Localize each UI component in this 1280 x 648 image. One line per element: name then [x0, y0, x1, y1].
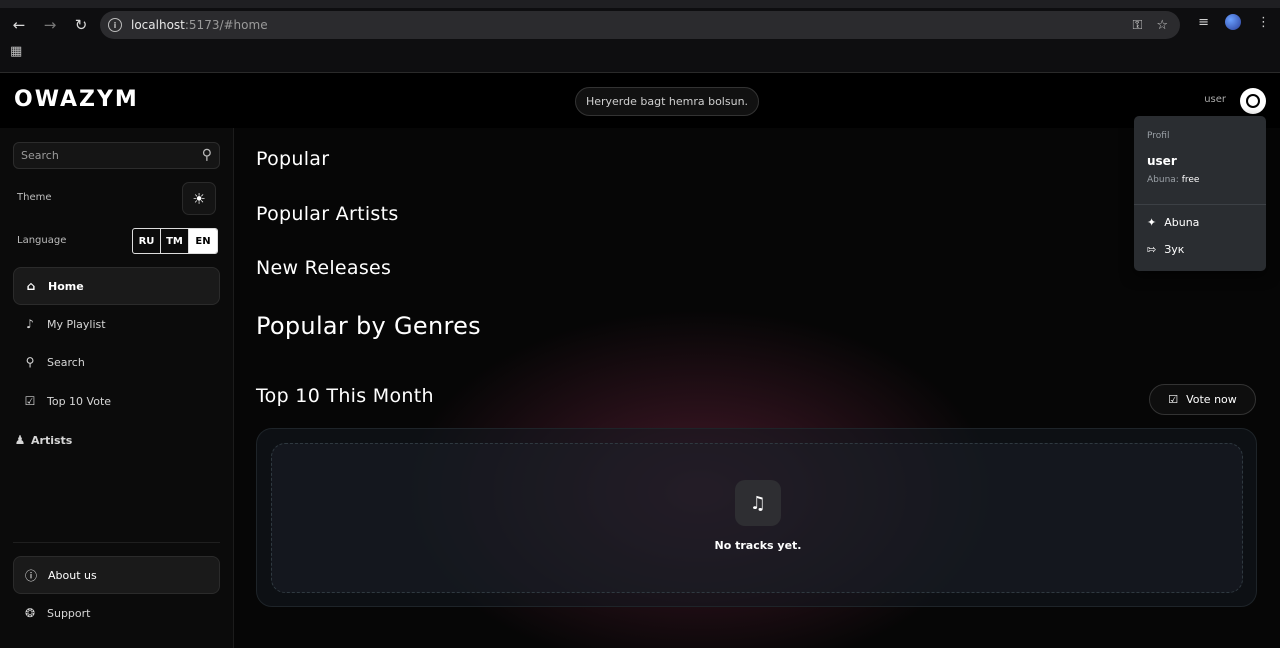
lang-en-button[interactable]: EN	[189, 229, 217, 253]
search-placeholder: Search	[21, 149, 59, 162]
plan-label: Abuna:	[1147, 175, 1179, 185]
section-genres-title: Popular by Genres	[256, 312, 481, 340]
section-popular-artists-title: Popular Artists	[256, 203, 399, 225]
app-root: OWAZYM Heryerde bagt hemra bolsun. user …	[0, 72, 1280, 648]
home-icon: ⌂	[26, 279, 36, 293]
sidebar-item-support[interactable]: ❂ Support	[13, 594, 220, 632]
sidebar-item-label: Home	[48, 279, 84, 293]
sidebar-item-label: Support	[47, 606, 91, 620]
sidebar-search-input[interactable]: Search ⚲	[13, 142, 220, 169]
empty-state: ♫ No tracks yet.	[271, 443, 1243, 593]
users-icon: ♟	[14, 433, 26, 447]
checkbox-icon: ☑	[24, 394, 36, 408]
url-host: localhost	[131, 18, 185, 32]
slogan-pill: Heryerde bagt hemra bolsun.	[575, 87, 759, 116]
vote-now-label: Vote now	[1186, 393, 1237, 406]
media-controls-icon[interactable]: ≡	[1198, 15, 1209, 30]
header-username: user	[1204, 94, 1226, 105]
profile-dropdown: Profil user Abuna: free ✦ Abuna ⇰ Зук	[1134, 116, 1266, 271]
key-icon[interactable]: ⚿	[1132, 18, 1142, 33]
search-icon[interactable]: ⚲	[202, 147, 212, 163]
plan-value: free	[1181, 175, 1200, 185]
main-content: Popular Popular Artists New Releases Pop…	[234, 128, 1280, 648]
info-circle-icon: ⓘ	[24, 568, 37, 583]
checkbox-icon: ☑	[1168, 393, 1179, 406]
sidebar-divider	[13, 542, 220, 543]
music-note-icon: ♪	[26, 317, 34, 331]
back-icon[interactable]: ←	[4, 10, 34, 40]
section-new-releases-title: New Releases	[256, 257, 392, 279]
subscribe-label: Abuna	[1164, 216, 1200, 229]
sidebar-item-home[interactable]: ⌂ Home	[13, 267, 220, 305]
browser-chrome: ← → ↻ i localhost:5173/#home ⚿ ☆ ≡ ⋮ ▦	[0, 0, 1280, 72]
sidebar-item-my-playlist[interactable]: ♪ My Playlist	[13, 305, 220, 343]
sidebar: Search ⚲ Theme ☀ Language RU TM EN ⌂ Hom…	[0, 128, 234, 648]
top10-panel: ♫ No tracks yet.	[256, 428, 1257, 607]
sidebar-item-about[interactable]: ⓘ About us	[13, 556, 220, 594]
dropdown-title: Profil	[1147, 131, 1170, 141]
dropdown-plan: Abuna: free	[1147, 175, 1199, 185]
sun-icon: ☀	[192, 189, 206, 208]
lifebuoy-icon: ❂	[24, 606, 36, 620]
dropdown-logout-item[interactable]: ⇰ Зук	[1147, 243, 1184, 256]
browser-menu-icon[interactable]: ⋮	[1257, 15, 1270, 30]
sidebar-item-search[interactable]: ⚲ Search	[13, 343, 220, 381]
empty-state-text: No tracks yet.	[714, 539, 802, 552]
lang-ru-button[interactable]: RU	[133, 229, 161, 253]
browser-profile-icon[interactable]	[1225, 14, 1241, 30]
forward-icon[interactable]: →	[35, 10, 65, 40]
language-switcher: RU TM EN	[132, 228, 218, 254]
sidebar-item-label: Top 10 Vote	[47, 394, 112, 408]
sidebar-item-label: My Playlist	[47, 317, 106, 331]
vote-now-button[interactable]: ☑ Vote now	[1149, 384, 1256, 415]
sidebar-item-label: Search	[47, 355, 85, 369]
app-logo[interactable]: OWAZYM	[14, 87, 139, 112]
search-icon: ⚲	[25, 355, 35, 369]
sparkle-icon: ✦	[1147, 216, 1157, 229]
address-bar[interactable]: i localhost:5173/#home ⚿ ☆	[100, 11, 1180, 39]
dropdown-username: user	[1147, 154, 1177, 168]
site-info-icon[interactable]: i	[108, 18, 122, 32]
theme-toggle-button[interactable]: ☀	[182, 182, 216, 215]
sidebar-item-label: About us	[48, 568, 97, 582]
section-top10-title: Top 10 This Month	[256, 385, 434, 407]
profile-button[interactable]	[1240, 88, 1266, 114]
url-path: :5173/#home	[184, 18, 268, 32]
music-note-icon: ♫	[735, 480, 781, 526]
reload-icon[interactable]: ↻	[66, 10, 96, 40]
dropdown-subscribe-item[interactable]: ✦ Abuna	[1147, 216, 1199, 229]
bookmark-star-icon[interactable]: ☆	[1156, 18, 1168, 33]
logout-icon: ⇰	[1147, 243, 1157, 256]
theme-label: Theme	[17, 192, 52, 203]
tab-strip	[0, 0, 1280, 8]
logout-label: Зук	[1164, 243, 1185, 256]
lang-tm-button[interactable]: TM	[161, 229, 189, 253]
top-header: OWAZYM Heryerde bagt hemra bolsun. user	[0, 72, 1280, 128]
sidebar-item-top10-vote[interactable]: ☑ Top 10 Vote	[13, 382, 220, 420]
browser-toolbar: ← → ↻ i localhost:5173/#home ⚿ ☆ ≡ ⋮	[0, 8, 1280, 42]
section-popular-title: Popular	[256, 148, 330, 170]
user-circle-icon	[1246, 94, 1260, 108]
apps-grid-icon[interactable]: ▦	[10, 44, 22, 59]
dropdown-divider	[1134, 204, 1266, 205]
language-label: Language	[17, 235, 67, 246]
sidebar-item-artists[interactable]: ♟ Artists	[3, 421, 210, 459]
sidebar-item-label: Artists	[31, 433, 73, 447]
